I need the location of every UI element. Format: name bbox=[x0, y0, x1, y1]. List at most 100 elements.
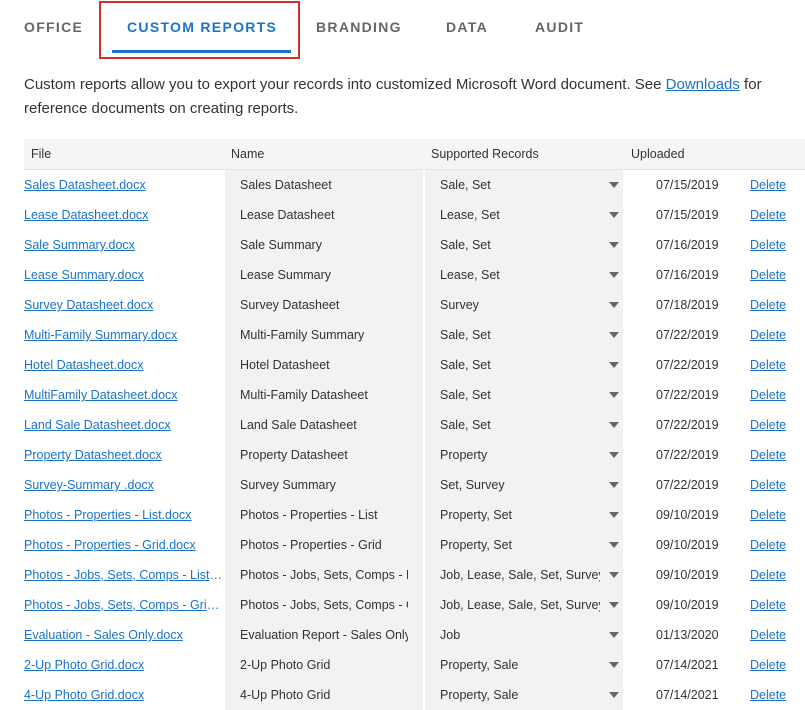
uploaded-date: 07/16/2019 bbox=[656, 268, 719, 282]
table-row: Multi-Family Summary.docx Multi-Family Su… bbox=[0, 320, 805, 350]
chevron-down-icon[interactable] bbox=[609, 512, 619, 518]
file-link[interactable]: Photos - Jobs, Sets, Comps - Grid.docx bbox=[24, 590, 224, 620]
uploaded-date: 07/22/2019 bbox=[656, 448, 719, 462]
report-name: Hotel Datasheet bbox=[240, 358, 330, 372]
supported-records-value: Sale, Set bbox=[440, 358, 491, 372]
chevron-down-icon[interactable] bbox=[609, 362, 619, 368]
chevron-down-icon[interactable] bbox=[609, 662, 619, 668]
delete-link[interactable]: Delete bbox=[750, 410, 795, 440]
delete-link[interactable]: Delete bbox=[750, 230, 795, 260]
file-link[interactable]: Survey Datasheet.docx bbox=[24, 290, 224, 320]
delete-link[interactable]: Delete bbox=[750, 200, 795, 230]
supported-records-value: Survey bbox=[440, 298, 479, 312]
file-link[interactable]: 2-Up Photo Grid.docx bbox=[24, 650, 224, 680]
table-row: Lease Summary.docx Lease Summary Lease, Se… bbox=[0, 260, 805, 290]
chevron-down-icon[interactable] bbox=[609, 272, 619, 278]
delete-link[interactable]: Delete bbox=[750, 440, 795, 470]
downloads-link[interactable]: Downloads bbox=[666, 76, 740, 93]
supported-records-value: Property bbox=[440, 448, 488, 462]
delete-link[interactable]: Delete bbox=[750, 680, 795, 710]
delete-link[interactable]: Delete bbox=[750, 650, 795, 680]
uploaded-date: 07/15/2019 bbox=[656, 208, 719, 222]
tab-highlight-box bbox=[99, 1, 300, 59]
tab-audit[interactable]: AUDIT bbox=[535, 19, 584, 35]
file-link[interactable]: Sale Summary.docx bbox=[24, 230, 224, 260]
report-name: Evaluation Report - Sales Only bbox=[240, 628, 408, 642]
chevron-down-icon[interactable] bbox=[609, 692, 619, 698]
chevron-down-icon[interactable] bbox=[609, 242, 619, 248]
chevron-down-icon[interactable] bbox=[609, 332, 619, 338]
file-link[interactable]: Hotel Datasheet.docx bbox=[24, 350, 224, 380]
file-link[interactable]: 4-Up Photo Grid.docx bbox=[24, 680, 224, 710]
header-uploaded: Uploaded bbox=[631, 147, 685, 161]
supported-records-value: Sale, Set bbox=[440, 328, 491, 342]
chevron-down-icon[interactable] bbox=[609, 182, 619, 188]
chevron-down-icon[interactable] bbox=[609, 392, 619, 398]
supported-records-value: Sale, Set bbox=[440, 418, 491, 432]
table-row: Photos - Jobs, Sets, Comps - List.docx Ph… bbox=[0, 560, 805, 590]
uploaded-date: 07/14/2021 bbox=[656, 688, 719, 702]
table-row: Survey-Summary .docx Survey Summary Set, S… bbox=[0, 470, 805, 500]
uploaded-date: 09/10/2019 bbox=[656, 568, 719, 582]
delete-link[interactable]: Delete bbox=[750, 260, 795, 290]
delete-link[interactable]: Delete bbox=[750, 290, 795, 320]
report-name: Lease Summary bbox=[240, 268, 332, 282]
delete-link[interactable]: Delete bbox=[750, 590, 795, 620]
delete-link[interactable]: Delete bbox=[750, 530, 795, 560]
file-link[interactable]: Multi-Family Summary.docx bbox=[24, 320, 224, 350]
delete-link[interactable]: Delete bbox=[750, 500, 795, 530]
table-row: Evaluation - Sales Only.docx Evaluation R… bbox=[0, 620, 805, 650]
file-link[interactable]: Photos - Jobs, Sets, Comps - List.docx bbox=[24, 560, 224, 590]
file-link[interactable]: Photos - Properties - List.docx bbox=[24, 500, 224, 530]
chevron-down-icon[interactable] bbox=[609, 422, 619, 428]
chevron-down-icon[interactable] bbox=[609, 602, 619, 608]
file-link[interactable]: Survey-Summary .docx bbox=[24, 470, 224, 500]
supported-records-value: Sale, Set bbox=[440, 238, 491, 252]
chevron-down-icon[interactable] bbox=[609, 482, 619, 488]
supported-records-value: Set, Survey bbox=[440, 478, 505, 492]
table-row: MultiFamily Datasheet.docx Multi-Family D… bbox=[0, 380, 805, 410]
file-link[interactable]: Lease Summary.docx bbox=[24, 260, 224, 290]
file-link[interactable]: Sales Datasheet.docx bbox=[24, 170, 224, 200]
delete-link[interactable]: Delete bbox=[750, 170, 795, 200]
file-link[interactable]: MultiFamily Datasheet.docx bbox=[24, 380, 224, 410]
table-row: Photos - Properties - List.docx Photos - … bbox=[0, 500, 805, 530]
delete-link[interactable]: Delete bbox=[750, 350, 795, 380]
file-link[interactable]: Photos - Properties - Grid.docx bbox=[24, 530, 224, 560]
chevron-down-icon[interactable] bbox=[609, 302, 619, 308]
report-name: Land Sale Datasheet bbox=[240, 418, 357, 432]
settings-tabs: OFFICE CUSTOM REPORTS BRANDING DATA AUDI… bbox=[0, 0, 805, 60]
delete-link[interactable]: Delete bbox=[750, 320, 795, 350]
file-link[interactable]: Land Sale Datasheet.docx bbox=[24, 410, 224, 440]
supported-records-value: Property, Set bbox=[440, 538, 513, 552]
supported-records-value: Property, Sale bbox=[440, 658, 519, 672]
delete-link[interactable]: Delete bbox=[750, 470, 795, 500]
chevron-down-icon[interactable] bbox=[609, 212, 619, 218]
report-name: Photos - Jobs, Sets, Comps - Grid bbox=[240, 598, 408, 612]
table-row: 2-Up Photo Grid.docx 2-Up Photo Grid Prope… bbox=[0, 650, 805, 680]
chevron-down-icon[interactable] bbox=[609, 542, 619, 548]
file-link[interactable]: Evaluation - Sales Only.docx bbox=[24, 620, 224, 650]
uploaded-date: 01/13/2020 bbox=[656, 628, 719, 642]
tab-office[interactable]: OFFICE bbox=[24, 19, 83, 35]
header-name: Name bbox=[231, 147, 265, 161]
file-link[interactable]: Lease Datasheet.docx bbox=[24, 200, 224, 230]
tab-data[interactable]: DATA bbox=[446, 19, 488, 35]
table-row: Land Sale Datasheet.docx Land Sale Datash… bbox=[0, 410, 805, 440]
chevron-down-icon[interactable] bbox=[609, 572, 619, 578]
tab-branding[interactable]: BRANDING bbox=[316, 19, 402, 35]
uploaded-date: 07/16/2019 bbox=[656, 238, 719, 252]
chevron-down-icon[interactable] bbox=[609, 632, 619, 638]
table-row: Sales Datasheet.docx Sales Datasheet Sale,… bbox=[0, 170, 805, 200]
chevron-down-icon[interactable] bbox=[609, 452, 619, 458]
uploaded-date: 07/14/2021 bbox=[656, 658, 719, 672]
delete-link[interactable]: Delete bbox=[750, 380, 795, 410]
table-row: Hotel Datasheet.docx Hotel Datasheet Sale,… bbox=[0, 350, 805, 380]
file-link[interactable]: Property Datasheet.docx bbox=[24, 440, 224, 470]
delete-link[interactable]: Delete bbox=[750, 620, 795, 650]
uploaded-date: 07/15/2019 bbox=[656, 178, 719, 192]
delete-link[interactable]: Delete bbox=[750, 560, 795, 590]
uploaded-date: 07/22/2019 bbox=[656, 388, 719, 402]
supported-records-value: Job bbox=[440, 628, 461, 642]
supported-records-value: Lease, Set bbox=[440, 208, 500, 222]
